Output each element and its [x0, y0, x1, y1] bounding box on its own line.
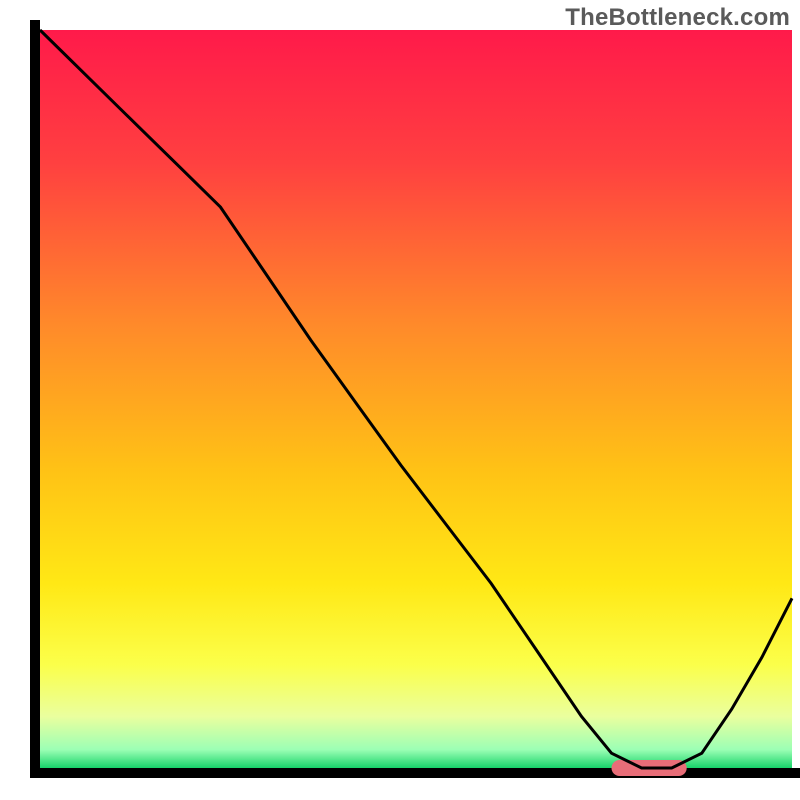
chart-stage: TheBottleneck.com — [0, 0, 800, 800]
axis-left — [30, 20, 40, 778]
bottleneck-chart — [0, 0, 800, 800]
